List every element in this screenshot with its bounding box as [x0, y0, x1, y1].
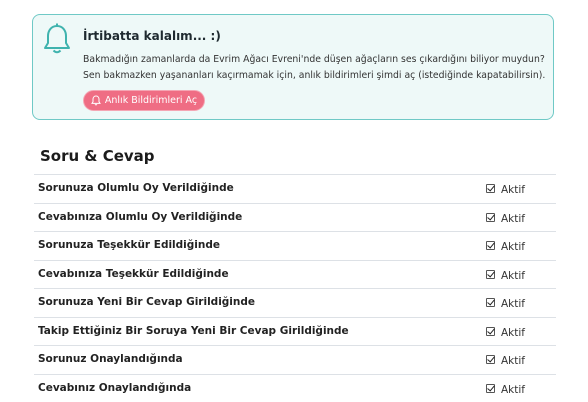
settings-list: Sorunuza Olumlu Oy VerildiğindeAktifCeva… [34, 174, 556, 402]
setting-toggle[interactable]: Aktif [486, 381, 525, 396]
setting-status: Aktif [501, 270, 525, 282]
setting-toggle[interactable]: Aktif [486, 181, 525, 196]
setting-status: Aktif [501, 327, 525, 339]
setting-toggle[interactable]: Aktif [486, 210, 525, 225]
checkbox-checked[interactable] [486, 327, 495, 336]
setting-toggle[interactable]: Aktif [486, 267, 525, 282]
setting-toggle[interactable]: Aktif [486, 238, 525, 253]
setting-status: Aktif [501, 184, 525, 196]
setting-status: Aktif [501, 241, 525, 253]
setting-label: Cevabınıza Teşekkür Edildiğinde [38, 268, 229, 280]
setting-status: Aktif [501, 298, 525, 310]
checkbox-checked[interactable] [486, 184, 495, 193]
setting-label: Cevabınıza Olumlu Oy Verildiğinde [38, 211, 242, 223]
list-item: Sorunuza Yeni Bir Cevap Girildiğinde Akti… [34, 288, 556, 317]
list-item: Sorunuza Olumlu Oy Verildiğinde Aktif [34, 174, 556, 203]
list-item: Sorunuza Teşekkür Edildiğinde Aktif [34, 231, 556, 260]
setting-label: Sorunuza Teşekkür Edildiğinde [38, 239, 220, 251]
notification-banner: İrtibatta kalalım... :) Bakmadığın zaman… [32, 14, 554, 120]
setting-label: Sorunuza Olumlu Oy Verildiğinde [38, 182, 234, 194]
checkbox-checked[interactable] [486, 298, 495, 307]
list-item: Takip Ettiğiniz Bir Soruya Yeni Bir Ceva… [34, 317, 556, 346]
checkbox-checked[interactable] [486, 241, 495, 250]
checkbox-checked[interactable] [486, 270, 495, 279]
setting-label: Takip Ettiğiniz Bir Soruya Yeni Bir Ceva… [38, 325, 349, 337]
setting-label: Sorunuz Onaylandığında [38, 353, 183, 365]
section-title: Soru & Cevap [40, 147, 155, 165]
setting-label: Sorunuza Yeni Bir Cevap Girildiğinde [38, 296, 255, 308]
checkbox-checked[interactable] [486, 355, 495, 364]
list-item: Cevabınıza Teşekkür Edildiğinde Aktif [34, 260, 556, 289]
setting-status: Aktif [501, 355, 525, 367]
checkbox-checked[interactable] [486, 213, 495, 222]
setting-toggle[interactable]: Aktif [486, 295, 525, 310]
list-item: Cevabınıza Olumlu Oy Verildiğinde Aktif [34, 203, 556, 232]
setting-label: Cevabınız Onaylandığında [38, 382, 191, 394]
bell-icon [91, 95, 101, 106]
setting-status: Aktif [501, 213, 525, 225]
enable-notifications-button[interactable]: Anlık Bildirimleri Aç [83, 90, 205, 111]
list-item: Cevabınız Onaylandığında Aktif [34, 374, 556, 402]
banner-text: Bakmadığın zamanlarda da Evrim Ağacı Evr… [83, 52, 553, 84]
bell-icon [43, 23, 71, 55]
enable-notifications-label: Anlık Bildirimleri Aç [105, 95, 197, 106]
checkbox-checked[interactable] [486, 384, 495, 393]
setting-toggle[interactable]: Aktif [486, 324, 525, 339]
list-item: Sorunuz Onaylandığında Aktif [34, 345, 556, 374]
setting-toggle[interactable]: Aktif [486, 352, 525, 367]
banner-title: İrtibatta kalalım... :) [83, 29, 221, 43]
